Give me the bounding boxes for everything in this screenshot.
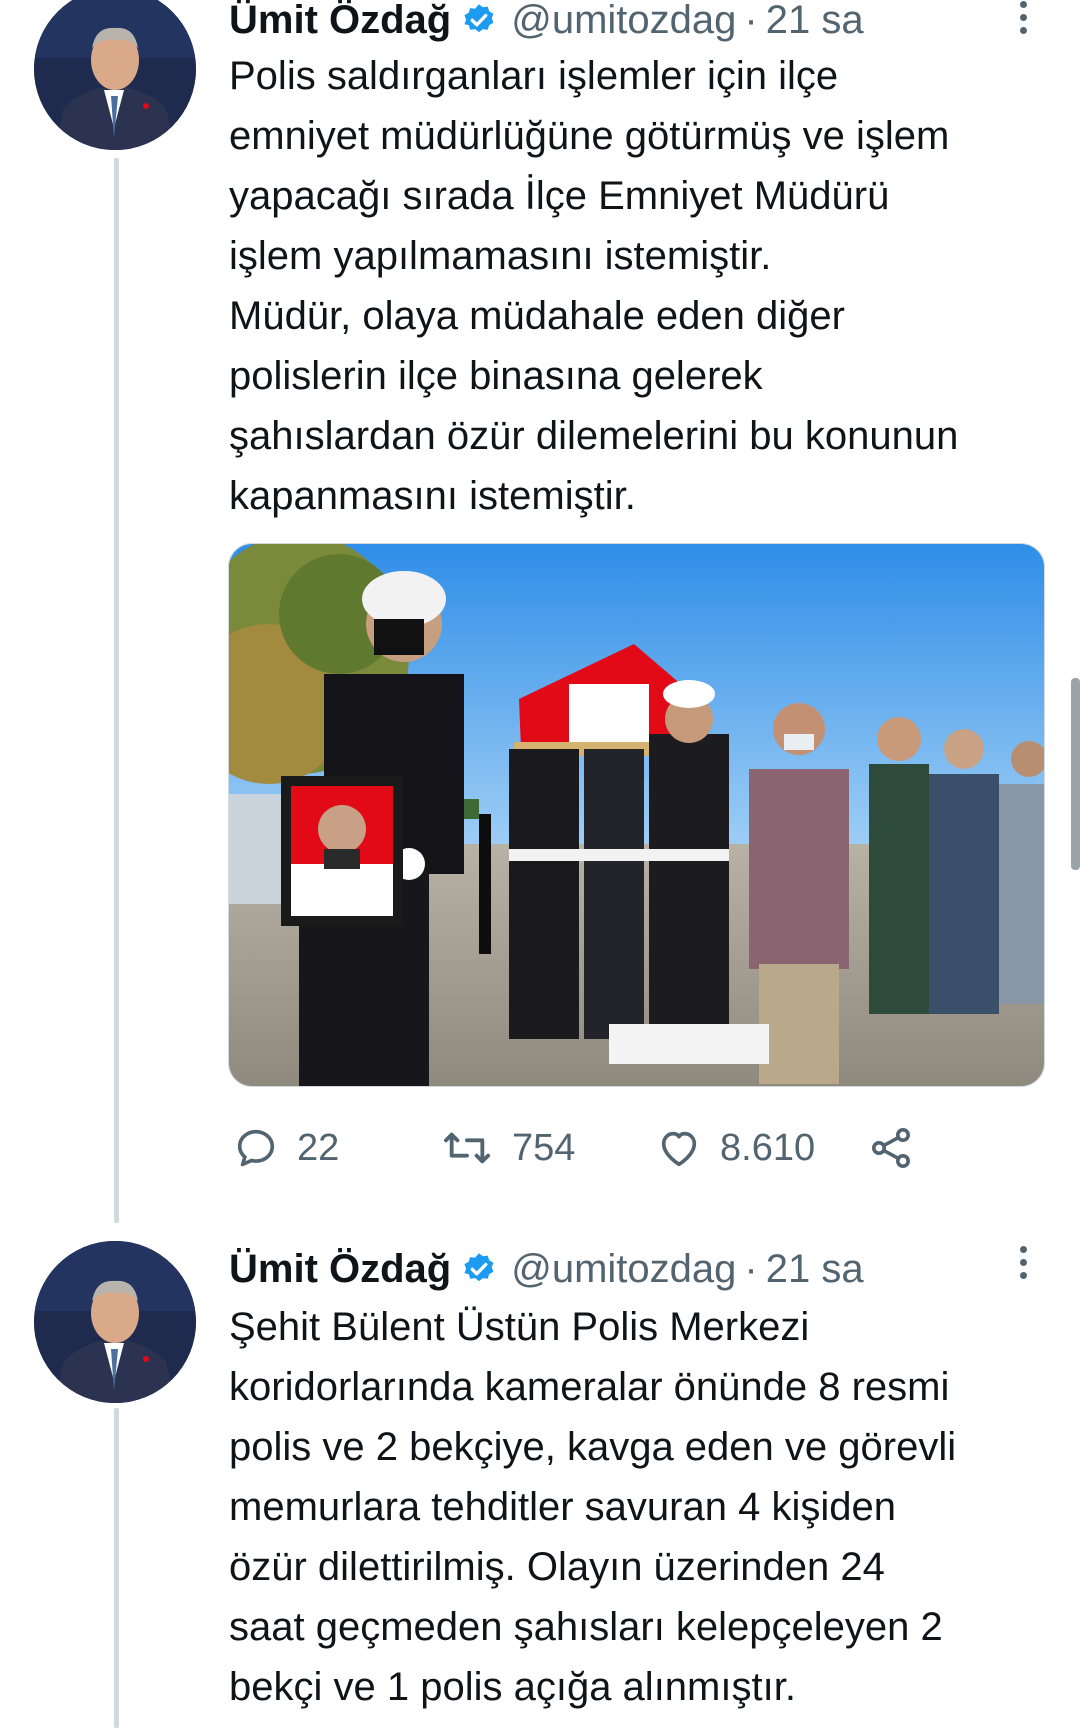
tweet-text: Polis saldırganları işlemler için ilçe e… [229,46,1059,526]
more-icon[interactable] [1008,1237,1038,1287]
like-button[interactable]: 8.610 [656,1118,815,1178]
avatar[interactable] [34,0,196,150]
reply-count: 22 [297,1126,340,1169]
timestamp[interactable]: 21 sa [766,1247,864,1292]
author-name[interactable]: Ümit Özdağ [229,1247,451,1292]
share-icon [872,1128,910,1168]
timestamp[interactable]: 21 sa [766,0,864,43]
separator-dot: · [744,1246,758,1291]
reply-icon [237,1129,275,1167]
author-handle[interactable]: @umitozdag [511,1247,736,1292]
tweet-header: Ümit Özdağ @umitozdag · 21 sa [229,0,864,46]
author-name[interactable]: Ümit Özdağ [229,0,451,43]
thread-line [114,158,119,1223]
reply-button[interactable]: 22 [233,1118,339,1178]
retweet-button[interactable]: 754 [440,1118,575,1178]
retweet-icon [444,1132,491,1164]
tweet-photo[interactable] [228,543,1045,1087]
tweet-body: Şehit Bülent Üstün Polis Merkezi koridor… [229,1305,957,1709]
verified-badge-icon [461,2,497,38]
scrollbar[interactable] [1071,678,1080,870]
author-handle[interactable]: @umitozdag [511,0,736,43]
heart-icon [661,1131,697,1167]
separator-dot: · [744,0,758,42]
more-icon[interactable] [1008,0,1038,42]
tweet-text: Şehit Bülent Üstün Polis Merkezi koridor… [229,1297,1059,1717]
like-count: 8.610 [720,1126,816,1169]
share-button[interactable] [867,1118,915,1178]
tweet-header: Ümit Özdağ @umitozdag · 21 sa [229,1243,864,1295]
thread-line [114,1408,119,1728]
tweet-actions: 22 754 8.610 [233,1118,933,1178]
tweet-body: Polis saldırganları işlemler için ilçe e… [229,54,959,518]
retweet-count: 754 [512,1126,576,1169]
avatar[interactable] [34,1241,196,1403]
verified-badge-icon [461,1251,497,1287]
